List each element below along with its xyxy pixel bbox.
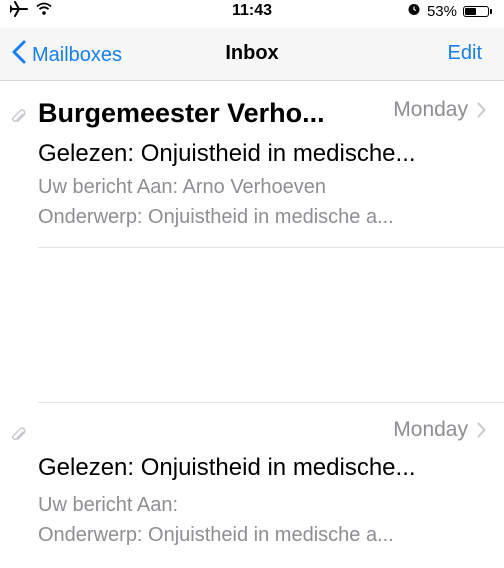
message-list-item[interactable]: Burgemeester Verho... Monday Gelezen: On… <box>0 82 504 248</box>
message-date: Monday <box>393 418 468 441</box>
message-preview-line-1: Uw bericht Aan: <box>38 494 179 516</box>
message-subject: Gelezen: Onjuistheid in medische... <box>38 140 416 167</box>
message-subject: Gelezen: Onjuistheid in medische... <box>38 454 416 481</box>
paperclip-icon <box>10 426 28 449</box>
battery-icon <box>463 5 489 17</box>
chevron-right-icon <box>477 422 486 443</box>
chevron-right-icon <box>477 102 486 123</box>
alarm-clock-icon <box>407 2 421 20</box>
message-preview-line-2: Onderwerp: Onjuistheid in medische a... <box>38 206 394 228</box>
message-list-item[interactable]: Monday Gelezen: Onjuistheid in medische.… <box>0 402 504 568</box>
battery-fill <box>465 7 477 15</box>
navigation-bar: Mailboxes Inbox Edit <box>0 28 504 81</box>
status-right: 53% <box>407 0 492 22</box>
status-bar: 11:43 53% <box>0 0 504 22</box>
message-date: Monday <box>393 98 468 121</box>
page-title: Inbox <box>225 42 279 64</box>
message-preview-line-2: Onderwerp: Onjuistheid in medische a... <box>38 524 394 546</box>
paperclip-icon <box>10 108 28 131</box>
message-sender: Burgemeester Verho... <box>38 98 325 128</box>
message-preview-line-1: Uw bericht Aan: Arno Verhoeven <box>38 176 326 198</box>
row-separator <box>38 402 504 403</box>
battery-percent: 53% <box>426 2 457 20</box>
row-separator <box>38 247 504 248</box>
edit-button[interactable]: Edit <box>448 42 482 65</box>
battery-tip <box>490 8 492 14</box>
